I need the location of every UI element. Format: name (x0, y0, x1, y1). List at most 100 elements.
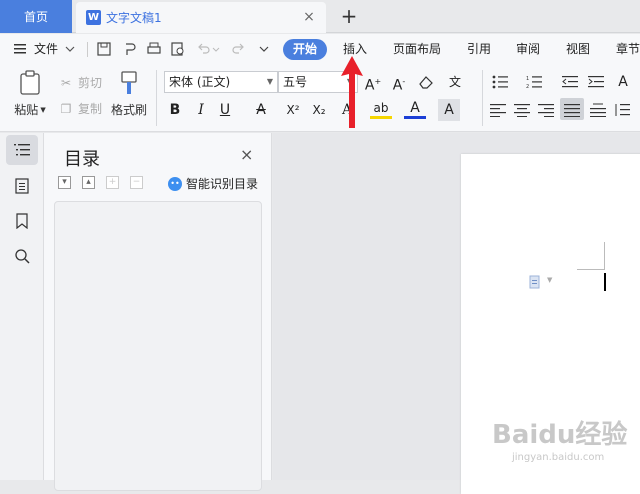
tab-bar: 首页 W 文字文稿1 × + (0, 0, 640, 33)
toc-panel-button[interactable] (6, 135, 38, 165)
tab-document[interactable]: W 文字文稿1 × (76, 2, 326, 33)
undo-icon[interactable] (196, 41, 212, 57)
tab-home[interactable]: 首页 (0, 0, 72, 33)
bullet-list-icon[interactable] (492, 75, 508, 89)
output-icon[interactable] (122, 41, 138, 57)
svg-text:1: 1 (526, 76, 529, 82)
caret-down-icon[interactable]: ▼ (547, 276, 552, 284)
font-name-select[interactable]: 宋体 (正文) ▼ (164, 71, 278, 93)
align-right-icon[interactable] (538, 103, 554, 117)
grow-font-icon[interactable]: A+ (362, 71, 384, 94)
undo-dropdown-icon[interactable] (212, 47, 220, 53)
ribbon-divider (156, 70, 157, 126)
paste-label: 粘贴 (14, 103, 39, 117)
ribbon-divider (482, 70, 483, 126)
format-painter-icon (121, 71, 137, 94)
numbered-list-icon[interactable]: 12 (526, 75, 542, 89)
toc-list (54, 201, 262, 491)
cut-label: 剪切 (78, 76, 103, 90)
font-color-button[interactable]: A (404, 99, 426, 119)
cut-button[interactable]: ✂ 剪切 (58, 74, 102, 91)
distributed-align-icon[interactable] (590, 103, 606, 117)
watermark-logo: Baidu经验 (492, 420, 628, 450)
smart-toc-button[interactable]: •• 智能识别目录 (168, 175, 258, 192)
format-painter-button[interactable]: 格式刷 (108, 70, 150, 118)
ribbon-start: 粘贴 ▼ ✂ 剪切 ❐ 复制 格式刷 宋体 (正文) ▼ 五号 ▼ A+ A- … (0, 64, 640, 132)
scissors-icon: ✂ (60, 75, 72, 90)
smart-recognize-icon: •• (168, 176, 182, 191)
menu-bar: 文件 开始 插入 页面布局 引用 审阅 视图 章节 (0, 34, 640, 64)
hamburger-icon (14, 44, 26, 54)
new-tab-button[interactable]: + (338, 4, 360, 28)
clear-format-icon[interactable] (418, 75, 434, 89)
copy-button[interactable]: ❐ 复制 (58, 100, 102, 117)
align-left-icon[interactable] (490, 103, 506, 117)
tab-chapter[interactable]: 章节 (616, 34, 640, 64)
expand-all-icon[interactable]: ▾ (58, 176, 71, 189)
strikethrough-icon[interactable]: A (250, 99, 272, 121)
promote-level-icon[interactable]: + (106, 176, 119, 189)
collapse-all-icon[interactable]: ▴ (82, 176, 95, 189)
nav-rail (0, 133, 44, 480)
demote-level-icon[interactable]: − (130, 176, 143, 189)
smart-toc-label: 智能识别目录 (186, 177, 259, 191)
tab-document-label: 文字文稿1 (106, 11, 162, 25)
caret-down-icon: ▼ (266, 77, 273, 86)
outline-panel-button[interactable] (6, 171, 38, 201)
superscript-button[interactable]: X² (282, 99, 304, 121)
toc-title: 目录 (64, 149, 100, 170)
text-direction-icon[interactable]: A (612, 71, 634, 93)
search-icon (15, 249, 30, 264)
copy-label: 复制 (78, 102, 103, 116)
tab-references[interactable]: 引用 (467, 34, 491, 64)
char-shading-icon[interactable]: A (438, 99, 460, 121)
chevron-down-icon (65, 46, 75, 52)
bookmark-panel-button[interactable] (6, 206, 38, 236)
save-icon[interactable] (96, 41, 112, 57)
clipboard-icon (20, 70, 40, 95)
paragraph-options-icon[interactable] (528, 275, 542, 289)
tab-page-layout[interactable]: 页面布局 (393, 34, 441, 64)
paste-button[interactable]: 粘贴 ▼ (10, 70, 50, 118)
margin-corner-marker (577, 242, 605, 270)
print-preview-icon[interactable] (170, 41, 186, 57)
font-name-value: 宋体 (正文) (169, 75, 231, 89)
bold-button[interactable]: B (164, 99, 186, 121)
writer-doc-icon: W (86, 10, 101, 25)
font-size-value: 五号 (283, 75, 308, 89)
close-icon[interactable]: × (302, 9, 316, 25)
underline-button[interactable]: U (214, 99, 236, 121)
file-menu[interactable]: 文件 (14, 34, 76, 64)
print-icon[interactable] (146, 41, 162, 57)
format-painter-label: 格式刷 (110, 103, 147, 117)
svg-text:2: 2 (526, 84, 529, 89)
copy-icon: ❐ (60, 101, 72, 116)
annotation-arrow-icon (341, 56, 363, 128)
bookmark-icon (16, 213, 28, 229)
highlight-button[interactable]: ab (370, 99, 392, 119)
watermark-url: jingyan.baidu.com (512, 452, 605, 463)
tab-view[interactable]: 视图 (566, 34, 590, 64)
caret-down-icon[interactable]: ▼ (40, 106, 45, 114)
outline-icon (15, 178, 29, 194)
decrease-indent-icon[interactable] (562, 75, 578, 89)
find-panel-button[interactable] (6, 241, 38, 271)
align-center-icon[interactable] (514, 103, 530, 117)
menu-divider (87, 42, 88, 57)
justify-button[interactable] (560, 98, 584, 120)
phonetic-guide-icon[interactable]: 文 (444, 71, 466, 93)
file-menu-label: 文件 (34, 42, 59, 56)
toc-pane: 目录 × ▾ ▴ + − •• 智能识别目录 (44, 133, 272, 491)
redo-icon[interactable] (230, 41, 246, 57)
subscript-button[interactable]: X₂ (308, 99, 330, 121)
shrink-font-icon[interactable]: A- (388, 71, 410, 94)
align-justify-icon (564, 104, 580, 117)
line-spacing-icon[interactable] (614, 103, 630, 117)
italic-button[interactable]: I (190, 99, 212, 121)
tab-start[interactable]: 开始 (283, 39, 327, 60)
increase-indent-icon[interactable] (588, 75, 604, 89)
text-cursor (604, 273, 606, 291)
tab-review[interactable]: 审阅 (516, 34, 540, 64)
customize-toolbar-icon[interactable] (256, 41, 272, 57)
close-icon[interactable]: × (240, 145, 253, 164)
